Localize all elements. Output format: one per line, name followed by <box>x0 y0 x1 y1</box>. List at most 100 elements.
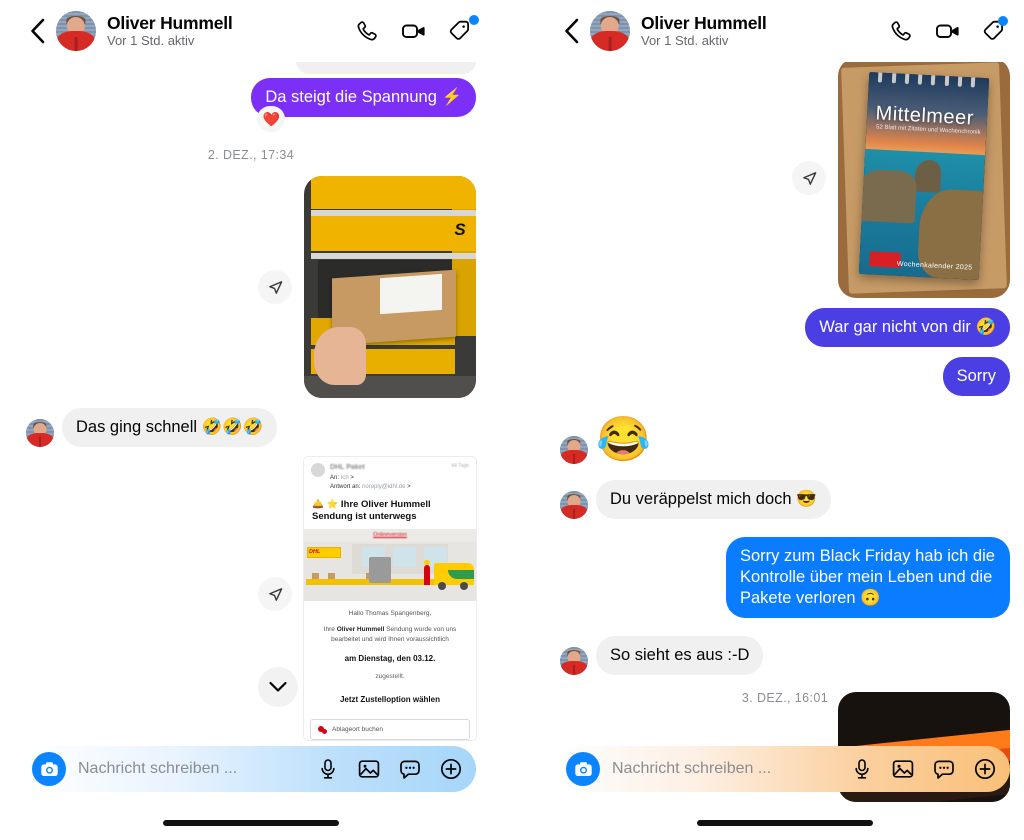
avatar-image <box>560 647 588 675</box>
email-subject: 🛎️ ⭐ Ihre Oliver Hummell Sendung ist unt… <box>312 498 431 522</box>
image-icon <box>358 760 380 778</box>
emoji-message[interactable]: 😂 <box>596 418 651 464</box>
message-thread-left[interactable]: Da steigt die Spannung ⚡ ❤️ 2. DEZ., 17:… <box>12 48 490 840</box>
video-call-button[interactable] <box>933 16 963 46</box>
message-bubble[interactable]: Sorry <box>942 357 1010 396</box>
email-online-version-link[interactable]: Onlineversion <box>304 532 476 538</box>
message-row-photo: S <box>26 176 476 398</box>
forward-button[interactable] <box>258 270 292 304</box>
header-text-block[interactable]: Oliver Hummell Vor 1 Std. aktiv <box>641 13 886 49</box>
phone-icon <box>357 21 377 41</box>
photo-message[interactable]: S <box>304 176 476 398</box>
header-actions <box>886 16 1010 46</box>
contact-name: Oliver Hummell <box>641 12 767 33</box>
email-reply-value: noreply@idhl.de <box>362 483 406 490</box>
email-body: Hallo Thomas Spangenberg, Ihre Oliver Hu… <box>304 601 476 713</box>
camera-icon <box>40 761 58 776</box>
message-bubble[interactable]: War gar nicht von dir 🤣 <box>805 308 1010 347</box>
back-button[interactable] <box>554 11 588 51</box>
message-input[interactable] <box>600 760 849 778</box>
forward-icon <box>802 171 816 185</box>
forward-icon <box>268 587 282 601</box>
video-call-button[interactable] <box>399 16 429 46</box>
message-row-email-screenshot: DHL Paket An: Ich > Antwort an: noreply@… <box>26 457 476 740</box>
reaction-badge[interactable]: ❤️ <box>257 106 286 132</box>
email-option-button-label: Ablageort buchen <box>332 725 383 733</box>
message-bubble[interactable]: Da steigt die Spannung ⚡ <box>251 78 476 117</box>
gallery-button[interactable] <box>356 756 382 782</box>
email-paragraph: Ihre Oliver Hummell Sendung wurde von un… <box>314 625 466 645</box>
forward-button[interactable] <box>258 577 292 611</box>
dual-phone-screenshot: Oliver Hummell Vor 1 Std. aktiv Da steig… <box>0 0 1024 840</box>
back-button[interactable] <box>20 11 54 51</box>
avatar[interactable] <box>590 11 630 51</box>
avatar-image <box>26 419 54 447</box>
scroll-to-bottom-button[interactable] <box>258 667 298 707</box>
avatar[interactable] <box>560 491 588 519</box>
more-options-button[interactable] <box>972 756 998 782</box>
microphone-button[interactable] <box>315 756 341 782</box>
video-camera-icon <box>936 24 959 38</box>
message-composer-right[interactable] <box>560 746 1010 792</box>
message-row-incoming: Du veräppelst mich doch 😎 <box>560 480 1010 519</box>
location-pin-icon <box>318 725 327 734</box>
camera-button[interactable] <box>566 752 600 786</box>
photo-message[interactable]: Mittelmeer 52 Blatt mit Zitaten und Woch… <box>838 58 1010 298</box>
locker-brand-letter: S <box>454 220 466 240</box>
message-row-outgoing: Sorry zum Black Friday hab ich die Kontr… <box>560 537 1010 618</box>
chat-header-right: Oliver Hummell Vor 1 Std. aktiv <box>546 0 1024 62</box>
home-indicator <box>697 820 873 826</box>
avatar[interactable] <box>560 647 588 675</box>
avatar[interactable] <box>560 436 588 464</box>
avatar-image <box>590 11 630 51</box>
plus-circle-icon <box>974 758 996 780</box>
camera-button[interactable] <box>32 752 66 786</box>
contact-name: Oliver Hummell <box>107 12 233 33</box>
header-text-block[interactable]: Oliver Hummell Vor 1 Std. aktiv <box>107 13 352 49</box>
email-para-bold: Oliver Hummell <box>336 625 385 633</box>
avatar-image <box>560 491 588 519</box>
contact-status: Vor 1 Std. aktiv <box>107 33 195 49</box>
email-option-button[interactable]: Ablageort buchen <box>310 718 470 740</box>
avatar[interactable] <box>56 11 96 51</box>
email-delivered-word: zugestellt. <box>375 673 405 681</box>
voice-call-button[interactable] <box>886 16 916 46</box>
plus-circle-icon <box>440 758 462 780</box>
message-bubble[interactable]: Sorry zum Black Friday hab ich die Kontr… <box>726 537 1010 618</box>
sticker-icon <box>934 760 954 779</box>
image-icon <box>892 760 914 778</box>
phone-icon <box>891 21 911 41</box>
right-chat-panel: Oliver Hummell Vor 1 Std. aktiv Mittelme… <box>546 0 1024 840</box>
email-screenshot-message[interactable]: DHL Paket An: Ich > Antwort an: noreply@… <box>304 457 476 740</box>
forward-button[interactable] <box>792 161 826 195</box>
avatar-image <box>56 11 96 51</box>
email-to-value: Ich <box>340 474 349 481</box>
sticker-button[interactable] <box>931 756 957 782</box>
more-options-button[interactable] <box>438 756 464 782</box>
message-row-incoming: So sieht es aus :-D <box>560 636 1010 675</box>
video-camera-icon <box>402 24 425 38</box>
sticker-button[interactable] <box>397 756 423 782</box>
message-row-emoji: 😂 <box>560 418 1010 464</box>
composer-icons-right <box>849 756 998 782</box>
avatar-image <box>560 436 588 464</box>
message-bubble[interactable]: Du veräppelst mich doch 😎 <box>596 480 831 519</box>
timestamp-divider: 2. DEZ., 17:34 <box>207 148 295 162</box>
message-row-outgoing: War gar nicht von dir 🤣 <box>560 308 1010 347</box>
tag-button[interactable] <box>446 15 479 46</box>
voice-call-button[interactable] <box>352 16 382 46</box>
email-to-label: An: <box>330 474 340 481</box>
dhl-logo-text: DHL <box>309 548 321 555</box>
composer-icons-left <box>315 756 464 782</box>
message-bubble[interactable]: So sieht es aus :-D <box>596 636 764 675</box>
message-row-photo: Mittelmeer 52 Blatt mit Zitaten und Woch… <box>560 58 1010 298</box>
gallery-button[interactable] <box>890 756 916 782</box>
avatar[interactable] <box>26 419 54 447</box>
chevron-left-icon <box>564 18 578 44</box>
microphone-button[interactable] <box>849 756 875 782</box>
message-bubble[interactable]: Das ging schnell 🤣🤣🤣 <box>62 408 278 447</box>
message-input[interactable] <box>66 760 315 778</box>
message-composer-left[interactable] <box>26 746 476 792</box>
message-row-outgoing: Sorry <box>560 357 1010 396</box>
camera-icon <box>574 761 592 776</box>
